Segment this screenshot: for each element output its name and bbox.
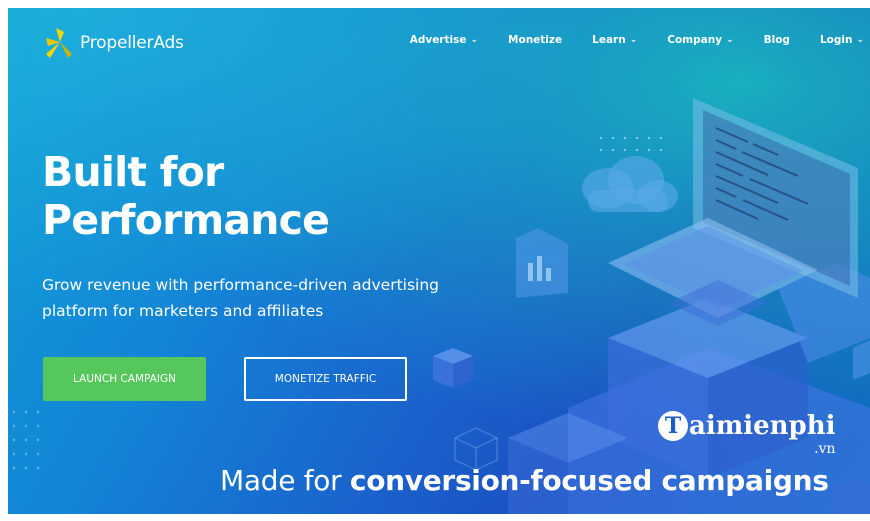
hero-title: Built for Performance bbox=[42, 148, 330, 244]
nav-item-login[interactable]: Login ⌄ bbox=[820, 34, 864, 46]
hero-subtitle: Grow revenue with performance-driven adv… bbox=[42, 276, 440, 320]
nav-item-learn[interactable]: Learn ⌄ bbox=[592, 34, 637, 46]
watermark-suffix: .vn bbox=[814, 441, 836, 457]
chart-tile-icon bbox=[516, 228, 568, 298]
nav-item-monetize[interactable]: Monetize bbox=[508, 34, 562, 46]
propeller-logo-icon bbox=[46, 28, 72, 58]
tagline-prefix: Made for bbox=[220, 464, 350, 497]
watermark-text: aimienphi bbox=[689, 411, 836, 441]
nav-item-company[interactable]: Company ⌄ bbox=[667, 34, 733, 46]
tagline: Made for conversion-focused campaigns bbox=[220, 464, 829, 497]
nav-item-advertise[interactable]: Advertise ⌄ bbox=[410, 34, 478, 46]
dot-grid-top bbox=[599, 136, 663, 152]
cloud-icon bbox=[582, 156, 678, 212]
launch-campaign-button[interactable]: LAUNCH CAMPAIGN bbox=[43, 357, 206, 401]
watermark-initial: T bbox=[658, 411, 688, 441]
nav-item-label: Login bbox=[819, 34, 853, 46]
chevron-down-icon: ⌄ bbox=[856, 35, 864, 45]
cube-icon bbox=[433, 348, 473, 388]
brand-logo[interactable]: PropellerAds bbox=[42, 26, 184, 60]
brand-name: PropellerAds bbox=[80, 33, 184, 53]
chevron-down-icon: ⌄ bbox=[726, 35, 734, 45]
nav-item-label: Learn bbox=[592, 34, 626, 46]
side-tile bbox=[853, 340, 870, 380]
hero-title-line-1: Built for bbox=[42, 148, 224, 196]
tagline-emphasis: conversion-focused campaigns bbox=[349, 464, 829, 497]
nav-item-blog[interactable]: Blog bbox=[764, 34, 790, 46]
dot-grid-left bbox=[12, 410, 40, 470]
monetize-traffic-button[interactable]: MONETIZE TRAFFIC bbox=[244, 357, 407, 401]
nav-item-label: Advertise bbox=[409, 34, 467, 46]
nav-item-label: Monetize bbox=[508, 34, 563, 46]
hero-title-line-2: Performance bbox=[42, 196, 330, 244]
chevron-down-icon: ⌄ bbox=[629, 35, 638, 45]
nav-item-label: Company bbox=[667, 34, 723, 46]
nav-item-label: Blog bbox=[763, 34, 790, 46]
main-nav: Advertise ⌄ Monetize Learn ⌄ Company ⌄ B… bbox=[380, 34, 864, 46]
hero-section: PropellerAds Advertise ⌄ Monetize Learn … bbox=[8, 8, 870, 514]
watermark: T aimienphi .vn bbox=[658, 411, 836, 457]
chevron-down-icon: ⌄ bbox=[470, 35, 479, 45]
